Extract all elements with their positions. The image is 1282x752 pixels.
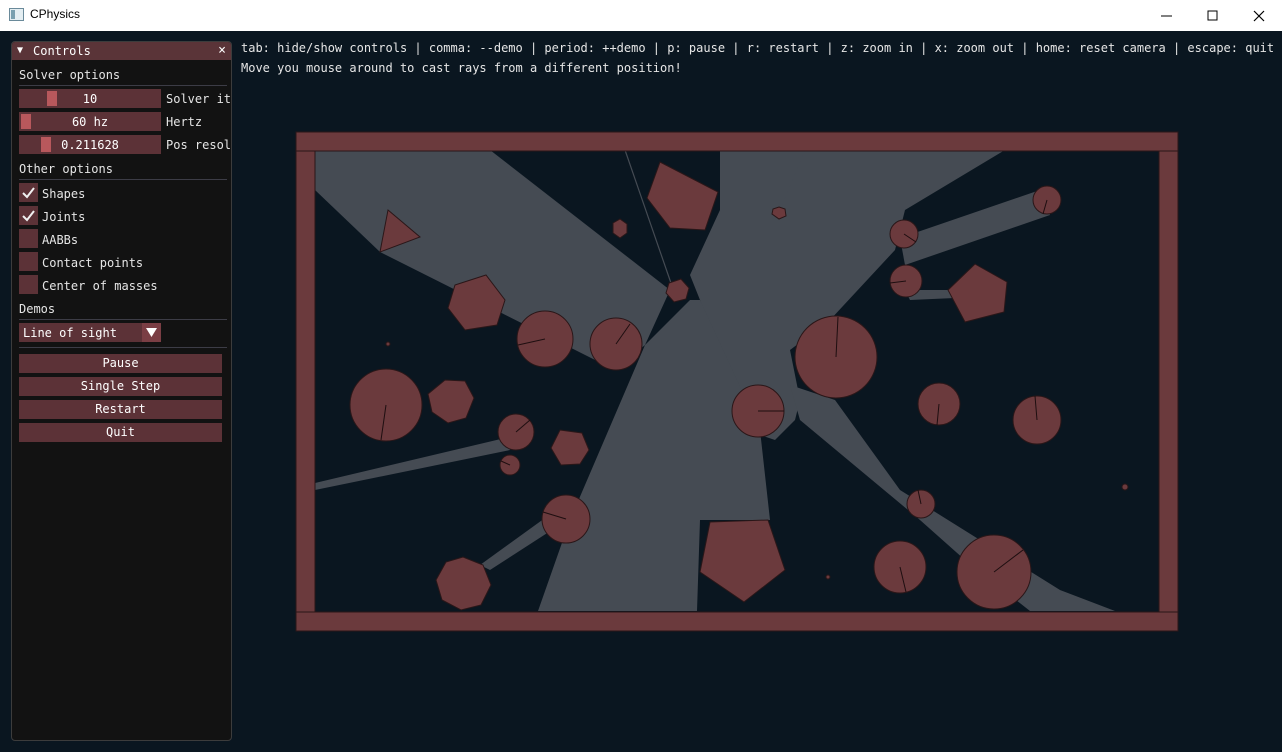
aabbs-label: AABBs bbox=[42, 233, 79, 247]
shapes-label: Shapes bbox=[42, 187, 86, 201]
dropdown-button[interactable] bbox=[142, 323, 161, 342]
joints-label: Joints bbox=[42, 210, 86, 224]
demos-heading: Demos bbox=[19, 302, 56, 316]
single-step-button[interactable]: Single Step bbox=[19, 377, 222, 396]
separator bbox=[19, 179, 227, 180]
solver-iterations-slider[interactable]: 10 bbox=[19, 89, 161, 108]
instruction-text: Move you mouse around to cast rays from … bbox=[241, 61, 682, 75]
keyboard-help-text: tab: hide/show controls | comma: --demo … bbox=[241, 41, 1275, 55]
slider-value: 10 bbox=[82, 92, 98, 106]
quit-button[interactable]: Quit bbox=[19, 423, 222, 442]
minimize-icon bbox=[1161, 15, 1172, 17]
contact-points-label: Contact points bbox=[42, 256, 144, 270]
maximize-icon bbox=[1207, 10, 1218, 21]
pause-button[interactable]: Pause bbox=[19, 354, 222, 373]
scene-content bbox=[295, 131, 1179, 632]
separator bbox=[19, 85, 227, 86]
close-icon bbox=[1253, 10, 1265, 22]
position-resolution-label: Pos resol bbox=[166, 138, 230, 152]
demo-select[interactable]: Line of sight bbox=[19, 323, 161, 342]
app-icon bbox=[9, 8, 24, 21]
checkmark-icon bbox=[22, 210, 35, 222]
other-options-heading: Other options bbox=[19, 162, 113, 176]
minimize-button[interactable] bbox=[1144, 0, 1190, 31]
triangle-down-icon[interactable]: ▼ bbox=[17, 45, 23, 56]
close-icon[interactable]: × bbox=[218, 43, 226, 58]
window-titlebar: CPhysics bbox=[0, 0, 1282, 32]
shapes-checkbox[interactable] bbox=[19, 183, 38, 202]
aabbs-checkbox[interactable] bbox=[19, 229, 38, 248]
contact-points-checkbox[interactable] bbox=[19, 252, 38, 271]
maximize-button[interactable] bbox=[1190, 0, 1236, 31]
center-of-masses-label: Center of masses bbox=[42, 279, 158, 293]
joints-checkbox[interactable] bbox=[19, 206, 38, 225]
close-button[interactable] bbox=[1236, 0, 1282, 31]
separator bbox=[19, 319, 227, 320]
triangle-down-icon bbox=[146, 328, 157, 337]
slider-value: 60 hz bbox=[71, 115, 109, 129]
controls-panel: ▼ Controls × Solver options 10 Solver it… bbox=[11, 41, 232, 741]
solver-iterations-label: Solver it bbox=[166, 92, 230, 106]
slider-value: 0.211628 bbox=[61, 138, 119, 152]
checkmark-icon bbox=[22, 187, 35, 199]
hertz-slider[interactable]: 60 hz bbox=[19, 112, 161, 131]
window-title: CPhysics bbox=[30, 7, 81, 21]
demo-select-value: Line of sight bbox=[23, 326, 117, 340]
hertz-label: Hertz bbox=[166, 115, 203, 129]
solver-options-heading: Solver options bbox=[19, 68, 121, 82]
controls-panel-header[interactable]: ▼ Controls × bbox=[12, 42, 231, 60]
controls-panel-title: Controls bbox=[33, 44, 91, 58]
separator bbox=[19, 347, 227, 348]
position-resolution-slider[interactable]: 0.211628 bbox=[19, 135, 161, 154]
restart-button[interactable]: Restart bbox=[19, 400, 222, 419]
center-of-masses-checkbox[interactable] bbox=[19, 275, 38, 294]
